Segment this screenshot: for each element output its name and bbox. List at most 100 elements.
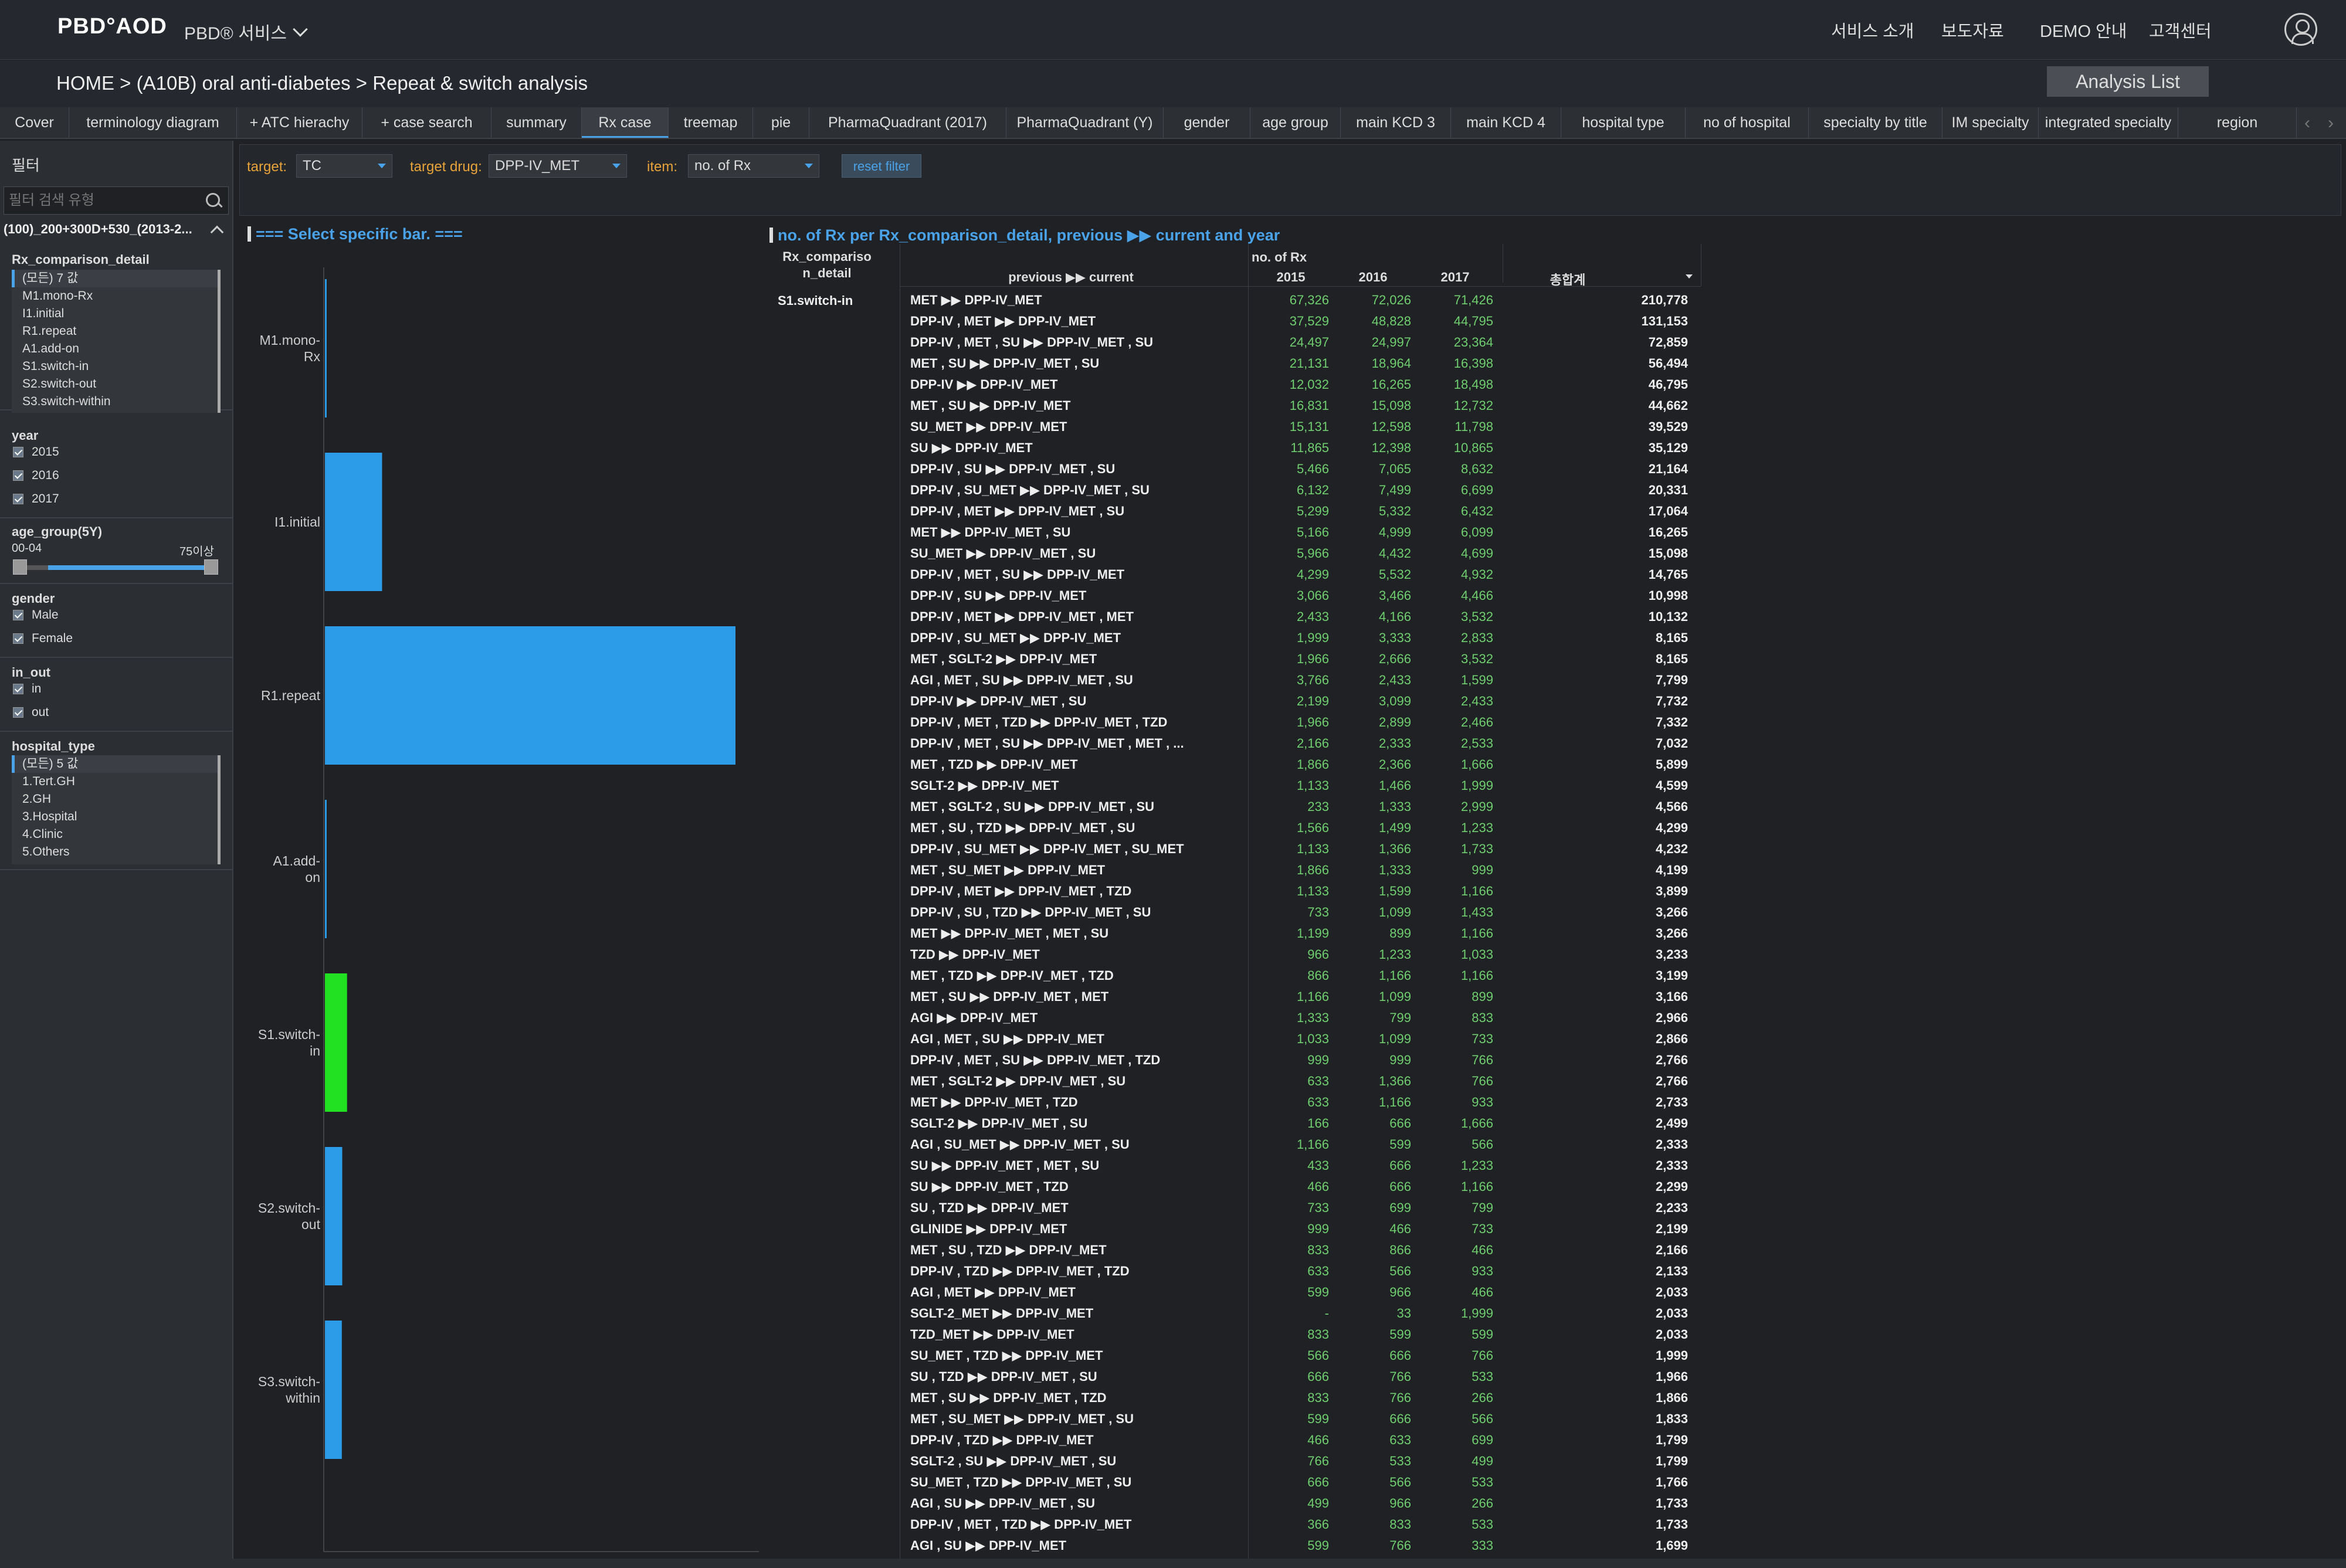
list-item[interactable]: A1.add-on: [12, 340, 218, 358]
table-row[interactable]: SU_MET ▶▶ DPP-IV_MET , SU 5,966 4,432 4,699…: [767, 543, 2345, 564]
table-row[interactable]: DPP-IV , MET , SU ▶▶ DPP-IV_MET , TZD 999…: [767, 1050, 2345, 1071]
bar-i1-initial[interactable]: [325, 453, 382, 591]
year-checkbox-2015[interactable]: 2015: [13, 443, 59, 461]
tab-age-group[interactable]: age group: [1250, 107, 1341, 138]
tab-im-specialty[interactable]: IM specialty: [1942, 107, 2039, 138]
table-row[interactable]: DPP-IV , TZD ▶▶ DPP-IV_MET 466 633 699 1,799: [767, 1430, 2345, 1451]
tab-gender[interactable]: gender: [1164, 107, 1250, 138]
table-row[interactable]: DPP-IV , MET , SU ▶▶ DPP-IV_MET , SU 24,4…: [767, 332, 2345, 353]
filter-hospital-list[interactable]: (모든) 5 값 1.Tert.GH 2.GH 3.Hospital 4.Cli…: [12, 755, 221, 864]
table-row[interactable]: MET , SU , TZD ▶▶ DPP-IV_MET 833 866 466 2,1…: [767, 1240, 2345, 1261]
horizontal-scrollbar[interactable]: [0, 1559, 2346, 1568]
list-item[interactable]: M1.mono-Rx: [12, 287, 218, 305]
list-item[interactable]: S3.switch-within: [12, 393, 218, 410]
filter-summary[interactable]: (100)_200+300D+530_(2013-2...: [4, 222, 229, 243]
bar-r1-repeat[interactable]: [325, 626, 735, 765]
table-row[interactable]: DPP-IV , MET ▶▶ DPP-IV_MET 37,529 48,828 44…: [767, 311, 2345, 332]
table-row[interactable]: SGLT-2 , SU ▶▶ DPP-IV_MET , SU 766 533 499 1…: [767, 1451, 2345, 1472]
table-row[interactable]: SGLT-2 ▶▶ DPP-IV_MET , SU 166 666 1,666 2,49…: [767, 1113, 2345, 1134]
bar-s1-switch-in[interactable]: [325, 973, 347, 1112]
tab-rx-case[interactable]: Rx case: [582, 107, 669, 138]
table-row[interactable]: MET , SU ▶▶ DPP-IV_MET 16,831 15,098 12,732…: [767, 395, 2345, 416]
tab-terminology-diagram[interactable]: terminology diagram: [69, 107, 237, 138]
year-checkbox-2016[interactable]: 2016: [13, 467, 59, 484]
table-row[interactable]: AGI , MET , SU ▶▶ DPP-IV_MET 1,033 1,099 73…: [767, 1029, 2345, 1050]
filter-rx-comparison-list[interactable]: (모든) 7 값 M1.mono-Rx I1.initial R1.repeat…: [12, 270, 221, 413]
table-row[interactable]: MET ▶▶ DPP-IV_MET , SU 5,166 4,999 6,099 16,…: [767, 522, 2345, 543]
age-slider-handle-min[interactable]: [13, 559, 27, 575]
table-row[interactable]: MET , SU_MET ▶▶ DPP-IV_MET , SU 599 666 566…: [767, 1409, 2345, 1430]
gender-checkbox-female[interactable]: Female: [13, 630, 73, 647]
reset-filter-button[interactable]: reset filter: [842, 154, 921, 178]
nav-customer-center[interactable]: 고객센터: [2149, 18, 2212, 42]
service-menu[interactable]: PBD® 서비스: [184, 19, 308, 45]
table-row[interactable]: SU ▶▶ DPP-IV_MET , MET , SU 433 666 1,233 2,…: [767, 1155, 2345, 1176]
bar-s3-switch-within[interactable]: [325, 1321, 342, 1459]
tab-hospital-type[interactable]: hospital type: [1561, 107, 1686, 138]
table-row[interactable]: SU ▶▶ DPP-IV_MET 11,865 12,398 10,865 35,129: [767, 437, 2345, 459]
table-row[interactable]: AGI , MET ▶▶ DPP-IV_MET 599 966 466 2,033: [767, 1282, 2345, 1303]
tab-pharmaquadrant-y[interactable]: PharmaQuadrant (Y): [1006, 107, 1164, 138]
table-row[interactable]: MET , TZD ▶▶ DPP-IV_MET 1,866 2,366 1,666 5,…: [767, 754, 2345, 775]
gender-checkbox-male[interactable]: Male: [13, 606, 59, 624]
table-row[interactable]: AGI , SU ▶▶ DPP-IV_MET , SU 499 966 266 1,73…: [767, 1493, 2345, 1514]
table-row[interactable]: SU , TZD ▶▶ DPP-IV_MET 733 699 799 2,233: [767, 1197, 2345, 1219]
table-row[interactable]: SU_MET , TZD ▶▶ DPP-IV_MET 566 666 766 1,999: [767, 1345, 2345, 1366]
search-icon[interactable]: [205, 192, 222, 209]
table-row[interactable]: DPP-IV , MET ▶▶ DPP-IV_MET , MET 2,433 4,1…: [767, 606, 2345, 627]
table-row[interactable]: SU_MET ▶▶ DPP-IV_MET 15,131 12,598 11,798 39…: [767, 416, 2345, 437]
table-row[interactable]: AGI ▶▶ DPP-IV_MET 1,333 799 833 2,966: [767, 1007, 2345, 1029]
table-row[interactable]: DPP-IV , MET ▶▶ DPP-IV_MET , SU 5,299 5,33…: [767, 501, 2345, 522]
user-icon[interactable]: [2284, 13, 2317, 46]
tab-main-kcd-4[interactable]: main KCD 4: [1451, 107, 1561, 138]
tab-integrated-specialty[interactable]: integrated specialty: [2039, 107, 2178, 138]
list-item[interactable]: 1.Tert.GH: [12, 773, 218, 790]
list-item[interactable]: S2.switch-out: [12, 375, 218, 393]
chevron-right-icon[interactable]: ›: [2320, 113, 2341, 134]
table-row[interactable]: DPP-IV , MET , TZD ▶▶ DPP-IV_MET 366 833 53…: [767, 1514, 2345, 1535]
table-row[interactable]: SGLT-2_MET ▶▶ DPP-IV_MET - 33 1,999 2,033: [767, 1303, 2345, 1324]
list-item[interactable]: 4.Clinic: [12, 826, 218, 843]
target-select[interactable]: TC: [296, 154, 392, 178]
nav-demo[interactable]: DEMO 안내: [2040, 18, 2127, 42]
table-row[interactable]: DPP-IV ▶▶ DPP-IV_MET 12,032 16,265 18,498 46…: [767, 374, 2345, 395]
table-row[interactable]: MET , SU ▶▶ DPP-IV_MET , MET 1,166 1,099 89…: [767, 986, 2345, 1007]
table-row[interactable]: DPP-IV , MET , TZD ▶▶ DPP-IV_MET , TZD 1,…: [767, 712, 2345, 733]
table-row[interactable]: DPP-IV , MET , SU ▶▶ DPP-IV_MET 4,299 5,53…: [767, 564, 2345, 585]
tab-region[interactable]: region: [2178, 107, 2297, 138]
table-row[interactable]: MET , SGLT-2 , SU ▶▶ DPP-IV_MET , SU 233 1…: [767, 796, 2345, 817]
table-row[interactable]: MET , TZD ▶▶ DPP-IV_MET , TZD 866 1,166 1,1…: [767, 965, 2345, 986]
table-row[interactable]: SU_MET , TZD ▶▶ DPP-IV_MET , SU 666 566 533…: [767, 1472, 2345, 1493]
tab-case-search[interactable]: + case search: [362, 107, 491, 138]
table-row[interactable]: MET , SGLT-2 ▶▶ DPP-IV_MET 1,966 2,666 3,53…: [767, 649, 2345, 670]
inout-checkbox-in[interactable]: in: [13, 680, 41, 698]
list-item[interactable]: (모든) 7 값: [12, 270, 218, 287]
table-row[interactable]: DPP-IV , SU_MET ▶▶ DPP-IV_MET 1,999 3,333 2…: [767, 627, 2345, 649]
list-item[interactable]: S1.switch-in: [12, 358, 218, 375]
list-item[interactable]: (모든) 5 값: [12, 755, 218, 773]
tab-summary[interactable]: summary: [491, 107, 582, 138]
tab-pharmaquadrant-2017[interactable]: PharmaQuadrant (2017): [809, 107, 1006, 138]
tab-cover[interactable]: Cover: [0, 107, 69, 138]
tab-no-of-hospital[interactable]: no of hospital: [1686, 107, 1809, 138]
tab-atc-hierachy[interactable]: + ATC hierachy: [237, 107, 362, 138]
inout-checkbox-out[interactable]: out: [13, 704, 49, 721]
logo[interactable]: PBD°AOD: [57, 14, 167, 39]
table-row[interactable]: DPP-IV , SU , TZD ▶▶ DPP-IV_MET , SU 733 1…: [767, 902, 2345, 923]
table-row[interactable]: GLINIDE ▶▶ DPP-IV_MET 999 466 733 2,199: [767, 1219, 2345, 1240]
table-row[interactable]: MET , SU , TZD ▶▶ DPP-IV_MET , SU 1,566 1,…: [767, 817, 2345, 839]
nav-service-intro[interactable]: 서비스 소개: [1831, 18, 1914, 42]
table-row[interactable]: SU ▶▶ DPP-IV_MET , TZD 466 666 1,166 2,299: [767, 1176, 2345, 1197]
table-row[interactable]: MET , SGLT-2 ▶▶ DPP-IV_MET , SU 633 1,366 7…: [767, 1071, 2345, 1092]
list-item[interactable]: 2.GH: [12, 790, 218, 808]
table-row[interactable]: DPP-IV , MET ▶▶ DPP-IV_MET , TZD 1,133 1,5…: [767, 881, 2345, 902]
list-item[interactable]: I1.initial: [12, 305, 218, 323]
tab-main-kcd-3[interactable]: main KCD 3: [1341, 107, 1451, 138]
table-row[interactable]: MET ▶▶ DPP-IV_MET , MET , SU 1,199 899 1,16…: [767, 923, 2345, 944]
tab-specialty-by-title[interactable]: specialty by title: [1809, 107, 1942, 138]
filter-search-input[interactable]: [9, 192, 196, 209]
table-row[interactable]: MET ▶▶ DPP-IV_MET , TZD 633 1,166 933 2,733: [767, 1092, 2345, 1113]
bar-a1-add-on[interactable]: [325, 800, 327, 938]
table-row[interactable]: DPP-IV , SU_MET ▶▶ DPP-IV_MET , SU_MET 1,…: [767, 839, 2345, 860]
table-row[interactable]: AGI , SU ▶▶ DPP-IV_MET 599 766 333 1,699: [767, 1535, 2345, 1556]
